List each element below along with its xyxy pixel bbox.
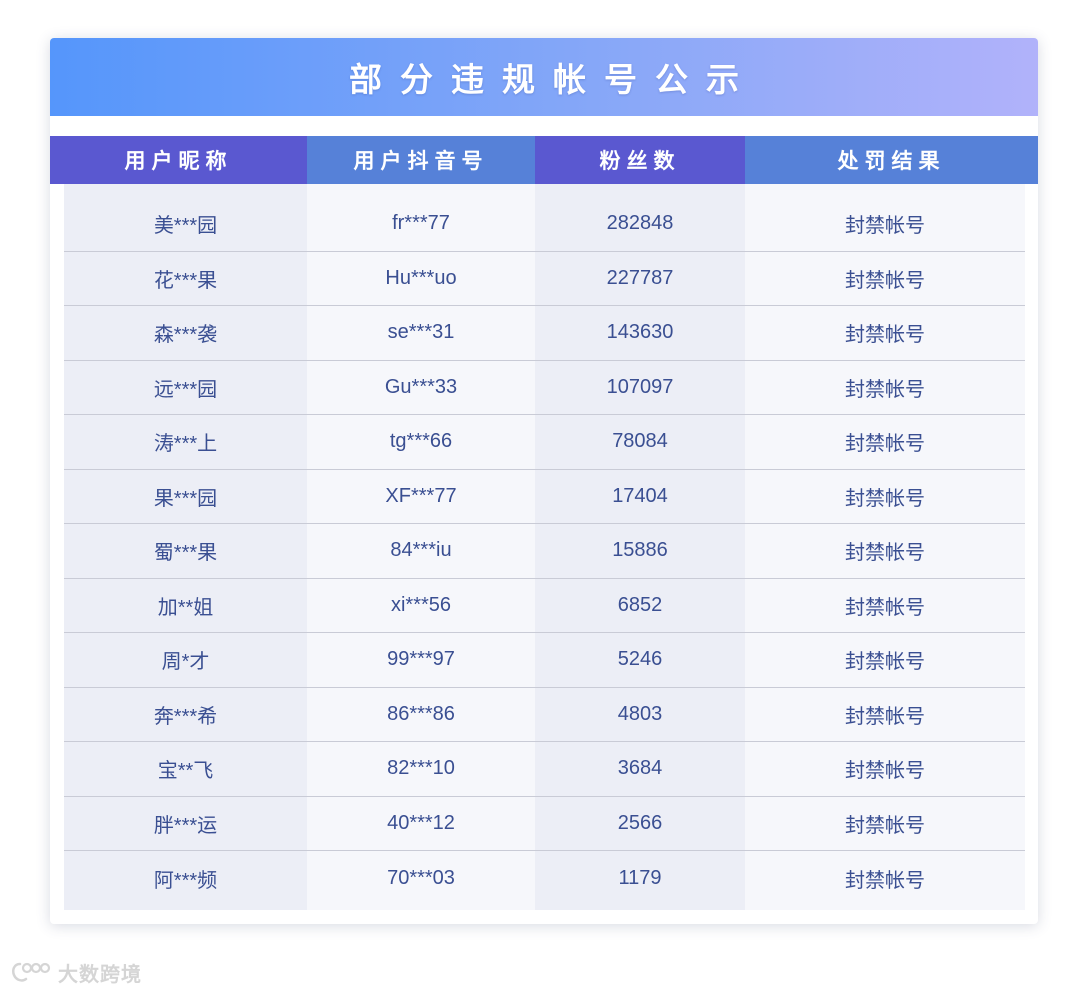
header-result: 处罚结果 [745,136,1038,184]
cell-nickname: 宝**飞 [157,760,214,783]
table-row: 奔***希 86***86 4803 封禁帐号 [64,688,1025,742]
cell-douyin-id: se***31 [387,321,455,344]
cell-nickname: 美***园 [153,215,218,238]
cell-douyin-id: 86***86 [387,702,455,725]
header-douyin-id: 用户抖音号 [307,136,535,184]
cell-douyin-id: xi***56 [390,593,452,616]
cell-nickname: 奔***希 [153,705,218,728]
cell-nickname: 涛***上 [153,433,218,456]
table-row: 宝**飞 82***10 3684 封禁帐号 [64,742,1025,797]
cell-result: 封禁帐号 [845,705,925,728]
cell-result: 封禁帐号 [845,215,925,238]
cell-fans: 107097 [606,375,674,398]
cell-douyin-id: 84***iu [390,539,452,562]
cell-douyin-id: 82***10 [387,757,455,780]
cell-result: 封禁帐号 [845,269,925,292]
table-row: 远***园 Gu***33 107097 封禁帐号 [64,361,1025,415]
cell-result: 封禁帐号 [845,596,925,619]
cell-douyin-id: 99***97 [387,648,455,671]
violation-table-card: 部分违规帐号公示 用户昵称 用户抖音号 粉丝数 处罚结果 美***园 fr***7… [50,38,1038,924]
cell-result: 封禁帐号 [845,487,925,510]
cell-nickname: 蜀***果 [153,542,218,565]
title-banner: 部分违规帐号公示 [50,38,1038,116]
cell-result: 封禁帐号 [845,814,925,837]
header-nickname: 用户昵称 [50,136,307,184]
cell-douyin-id: 40***12 [387,811,455,834]
cell-nickname: 森***袭 [153,324,218,347]
watermark: 大数跨境 [10,958,142,987]
cell-douyin-id: 70***03 [387,866,455,889]
cell-fans: 2566 [617,811,663,834]
cell-nickname: 胖***运 [153,814,218,837]
cell-douyin-id: Gu***33 [384,375,458,398]
cell-nickname: 远***园 [153,378,218,401]
cell-fans: 4803 [617,702,663,725]
header-fans: 粉丝数 [535,136,745,184]
table-header: 用户昵称 用户抖音号 粉丝数 处罚结果 [50,136,1038,184]
cell-fans: 227787 [606,266,674,289]
table-row: 美***园 fr***77 282848 封禁帐号 [64,197,1025,252]
cell-nickname: 周*才 [161,651,210,674]
cell-result: 封禁帐号 [845,324,925,347]
cell-result: 封禁帐号 [845,433,925,456]
cell-fans: 1179 [618,866,662,889]
table-row: 果***园 XF***77 17404 封禁帐号 [64,470,1025,524]
cell-nickname: 花***果 [153,269,218,292]
table-row: 涛***上 tg***66 78084 封禁帐号 [64,415,1025,470]
cell-fans: 15886 [612,539,668,562]
table-row: 阿***频 70***03 1179 封禁帐号 [64,851,1025,906]
cell-nickname: 果***园 [153,487,218,510]
cell-fans: 17404 [612,484,668,507]
table-rows: 美***园 fr***77 282848 封禁帐号 花***果 Hu***uo 227787… [64,197,1025,906]
cell-result: 封禁帐号 [845,378,925,401]
cell-fans: 5246 [617,648,663,671]
table-row: 蜀***果 84***iu 15886 封禁帐号 [64,524,1025,579]
cell-douyin-id: tg***66 [389,430,453,453]
table-row: 花***果 Hu***uo 227787 封禁帐号 [64,252,1025,306]
page-title: 部分违规帐号公示 [349,60,757,99]
cell-nickname: 阿***频 [153,869,218,892]
cell-fans: 3684 [617,757,663,780]
cell-result: 封禁帐号 [845,542,925,565]
cell-fans: 282848 [606,212,674,235]
brand-logo-icon [12,962,51,982]
cell-douyin-id: fr***77 [392,212,450,235]
cell-result: 封禁帐号 [845,760,925,783]
cell-fans: 78084 [612,430,668,453]
table-row: 森***袭 se***31 143630 封禁帐号 [64,306,1025,361]
table-row: 胖***运 40***12 2566 封禁帐号 [64,797,1025,851]
cell-nickname: 加**姐 [157,596,214,619]
cell-fans: 143630 [606,321,674,344]
table-body: 美***园 fr***77 282848 封禁帐号 花***果 Hu***uo 227787… [64,184,1025,910]
cell-fans: 6852 [617,593,663,616]
cell-result: 封禁帐号 [845,869,925,892]
table-row: 加**姐 xi***56 6852 封禁帐号 [64,579,1025,633]
table-row: 周*才 99***97 5246 封禁帐号 [64,633,1025,688]
cell-douyin-id: XF***77 [385,484,457,507]
watermark-text: 大数跨境 [58,962,142,986]
cell-result: 封禁帐号 [845,651,925,674]
cell-douyin-id: Hu***uo [385,266,457,289]
